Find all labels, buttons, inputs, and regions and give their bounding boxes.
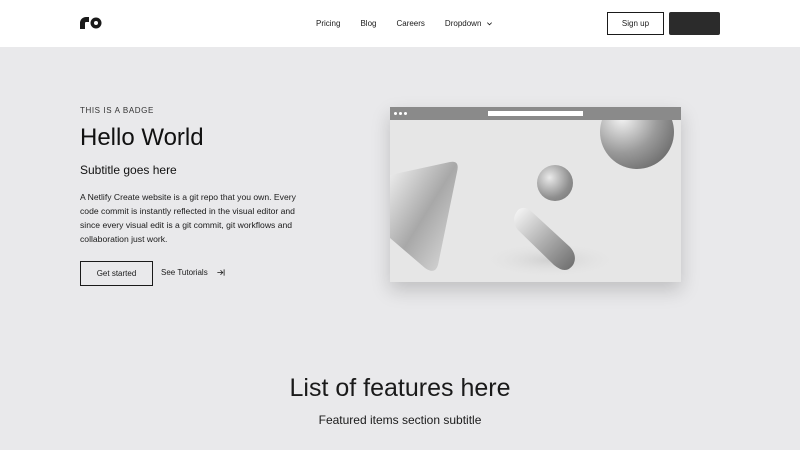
window-dot-icon: [394, 112, 397, 115]
header-dark-button[interactable]: [669, 12, 720, 35]
get-started-button[interactable]: Get started: [80, 261, 153, 286]
nav-pricing-label: Pricing: [316, 19, 341, 28]
features-subtitle: Featured items section subtitle: [318, 413, 482, 427]
hero-subtitle: Subtitle goes here: [80, 163, 177, 177]
nav-blog[interactable]: Blog: [360, 19, 376, 28]
window-dot-icon: [404, 112, 407, 115]
abstract-shapes-image: [390, 120, 674, 278]
see-tutorials-label: See Tutorials: [161, 268, 208, 277]
signup-button[interactable]: Sign up: [607, 12, 664, 35]
nav-careers[interactable]: Careers: [396, 19, 424, 28]
nav-careers-label: Careers: [396, 19, 425, 28]
logo-icon[interactable]: [80, 17, 102, 29]
hero-title: Hello World: [80, 124, 204, 151]
main-nav: Pricing Blog Careers Dropdown: [316, 0, 513, 47]
hero-illustration: [390, 107, 681, 282]
nav-dropdown-label: Dropdown: [444, 19, 482, 28]
nav-blog-label: Blog: [360, 19, 377, 28]
features-title: List of features here: [289, 374, 511, 402]
arrow-right-icon: [217, 269, 225, 276]
site-header: Pricing Blog Careers Dropdown Sign up: [0, 0, 800, 47]
address-bar: [488, 111, 583, 116]
see-tutorials-link[interactable]: See Tutorials: [161, 268, 225, 277]
nav-pricing[interactable]: Pricing: [316, 19, 340, 28]
nav-dropdown[interactable]: Dropdown: [445, 19, 493, 28]
chevron-down-icon: [487, 22, 493, 26]
hero-body: A Netlify Create website is a git repo t…: [80, 192, 296, 244]
browser-bar: [390, 107, 681, 120]
window-dot-icon: [399, 112, 402, 115]
hero-badge: THIS IS A BADGE: [80, 106, 154, 115]
